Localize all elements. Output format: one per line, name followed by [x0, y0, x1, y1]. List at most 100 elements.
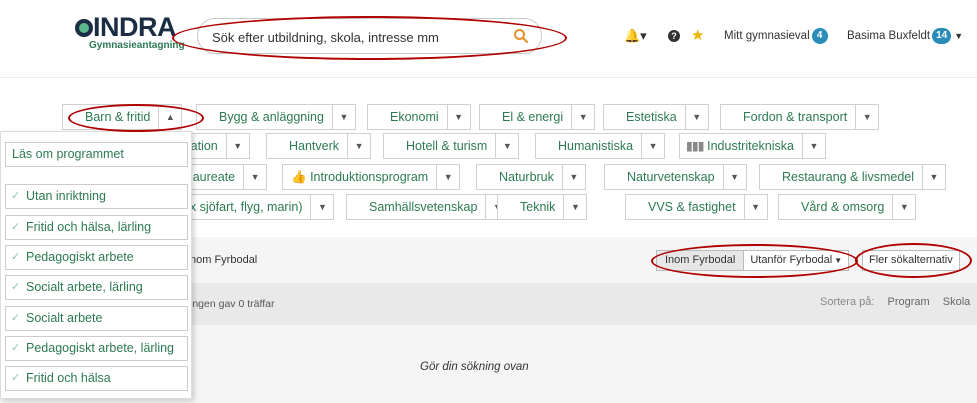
- search-icon[interactable]: [513, 28, 529, 44]
- category-label: Estetiska: [604, 105, 686, 129]
- search-input[interactable]: [212, 27, 512, 47]
- dropdown-item[interactable]: ✓ Pedagogiskt arbete, lärling: [5, 336, 188, 361]
- category-label: Humanistiska: [536, 134, 643, 158]
- scope-text: nom Fyrbodal: [190, 254, 258, 266]
- chevron-down-icon[interactable]: ▼: [437, 165, 459, 189]
- region-toggle: Inom Fyrbodal Utanför Fyrbodal ▼: [656, 250, 850, 271]
- user-menu[interactable]: Basima Buxfeldt 14 ▼: [847, 28, 963, 44]
- category-label: Naturvetenskap: [605, 165, 724, 189]
- category-naturvetenskap[interactable]: Naturvetenskap ▼: [604, 164, 747, 190]
- category-naturbruk[interactable]: Naturbruk ▼: [476, 164, 586, 190]
- search-box[interactable]: [197, 18, 542, 54]
- inside-region-button[interactable]: Inom Fyrbodal: [657, 251, 745, 270]
- category-label: Ekonomi: [368, 105, 448, 129]
- chevron-down-icon[interactable]: ▼: [686, 105, 708, 129]
- my-choices-link[interactable]: Mitt gymnasieval 4: [724, 28, 828, 44]
- category-label: Samhällsvetenskap: [347, 195, 487, 219]
- category-hotell[interactable]: Hotell & turism ▼: [383, 133, 520, 159]
- chevron-down-icon[interactable]: ▼: [227, 134, 249, 158]
- check-icon: ✓: [11, 312, 21, 324]
- chevron-down-icon[interactable]: ▼: [564, 195, 586, 219]
- category-industritekniska[interactable]: ▮▮▮ Industritekniska ▼: [679, 133, 826, 159]
- category-label: VVS & fastighet: [626, 195, 745, 219]
- category-label-wrap: ▮▮▮ Industritekniska: [680, 134, 803, 158]
- chevron-up-icon[interactable]: ▲: [159, 105, 181, 129]
- category-label: Naturbruk: [477, 165, 563, 189]
- category-fordon[interactable]: Fordon & transport ▼: [720, 104, 880, 130]
- category-el-energi[interactable]: El & energi ▼: [479, 104, 596, 130]
- category-hantverk[interactable]: Hantverk ▼: [266, 133, 372, 159]
- user-badge: 14: [932, 28, 952, 44]
- chevron-down-icon[interactable]: ▼: [563, 165, 585, 189]
- category-label: Bygg & anläggning: [197, 105, 333, 129]
- category-restaurang[interactable]: Restaurang & livsmedel ▼: [759, 164, 947, 190]
- chevron-down-icon[interactable]: ▼: [642, 134, 664, 158]
- category-estetiska[interactable]: Estetiska ▼: [603, 104, 709, 130]
- sort-controls: Sortera på: Program Skola: [814, 296, 970, 308]
- category-sjofart[interactable]: ex sjöfart, flyg, marin) ▼: [170, 194, 335, 220]
- barcode-icon: ▮▮▮: [686, 139, 705, 153]
- category-label-wrap: 👍 Introduktionsprogram: [283, 165, 438, 189]
- chevron-down-icon[interactable]: ▼: [244, 165, 266, 189]
- category-introduktion[interactable]: 👍 Introduktionsprogram ▼: [282, 164, 461, 190]
- indra-logo[interactable]: INDRA Gymnasieantagning: [75, 12, 185, 56]
- caret-down-icon: ▼: [834, 256, 843, 265]
- empty-message: Gör din sökning ovan: [420, 361, 529, 373]
- category-label: Industritekniska: [707, 139, 794, 153]
- chevron-down-icon[interactable]: ▼: [448, 105, 470, 129]
- program-dropdown: Läs om programmet ✓ Utan inriktning ✓ Frit…: [0, 131, 192, 399]
- chevron-down-icon[interactable]: ▼: [745, 195, 767, 219]
- chevron-down-icon[interactable]: ▼: [496, 134, 518, 158]
- category-label: Barn & fritid: [63, 105, 160, 129]
- check-icon: ✓: [11, 372, 21, 384]
- category-label: ex sjöfart, flyg, marin): [171, 195, 312, 219]
- star-icon[interactable]: ★: [691, 26, 704, 44]
- category-humanistiska[interactable]: Humanistiska ▼: [535, 133, 666, 159]
- logo-title-text: INDRA: [93, 12, 177, 42]
- chevron-down-icon[interactable]: ▼: [923, 165, 945, 189]
- dropdown-item[interactable]: ✓ Fritid och hälsa, lärling: [5, 215, 188, 240]
- logo-subtitle: Gymnasieantagning: [89, 40, 185, 51]
- category-teknik[interactable]: Teknik ▼: [497, 194, 588, 220]
- category-label: Hantverk: [267, 134, 349, 158]
- chevron-down-icon[interactable]: ▼: [724, 165, 746, 189]
- chevron-down-icon[interactable]: ▼: [311, 195, 333, 219]
- sort-school-link[interactable]: Skola: [943, 296, 971, 308]
- category-label: El & energi: [480, 105, 573, 129]
- read-about-program[interactable]: Läs om programmet: [5, 142, 188, 167]
- chevron-down-icon[interactable]: ▼: [348, 134, 370, 158]
- dropdown-item-label: Socialt arbete, lärling: [26, 280, 143, 294]
- help-icon[interactable]: ?: [668, 30, 680, 42]
- outside-region-label: Utanför Fyrbodal: [750, 254, 833, 266]
- chevron-down-icon[interactable]: ▼: [572, 105, 594, 129]
- check-icon: ✓: [11, 281, 21, 293]
- sort-program-link[interactable]: Program: [887, 296, 929, 308]
- chevron-down-icon[interactable]: ▼: [856, 105, 878, 129]
- category-label: Introduktionsprogram: [310, 170, 429, 184]
- chevron-down-icon[interactable]: ▼: [333, 105, 355, 129]
- bell-icon[interactable]: 🔔▾: [624, 28, 647, 44]
- dropdown-item[interactable]: ✓ Socialt arbete: [5, 306, 188, 331]
- dropdown-item-label: Fritid och hälsa, lärling: [26, 220, 152, 234]
- chevron-down-icon[interactable]: ▼: [803, 134, 825, 158]
- category-vard-omsorg[interactable]: Vård & omsorg ▼: [778, 194, 917, 220]
- logo-mark-icon: [75, 19, 93, 37]
- more-options-button[interactable]: Fler sökalternativ: [862, 250, 960, 271]
- category-barn-fritid[interactable]: Barn & fritid ▲: [62, 104, 183, 130]
- check-icon: ✓: [11, 190, 21, 202]
- dropdown-item[interactable]: ✓ Utan inriktning: [5, 184, 188, 209]
- header: INDRA Gymnasieantagning 🔔▾ ? ★ Mitt gymn…: [0, 0, 977, 78]
- dropdown-item[interactable]: ✓ Pedagogiskt arbete: [5, 245, 188, 270]
- category-ekonomi[interactable]: Ekonomi ▼: [367, 104, 471, 130]
- category-vvs[interactable]: VVS & fastighet ▼: [625, 194, 768, 220]
- category-samhallsvetenskap[interactable]: Samhällsvetenskap▼: [346, 194, 510, 220]
- outside-region-button[interactable]: Utanför Fyrbodal ▼: [744, 251, 848, 270]
- dropdown-item-label: Pedagogiskt arbete: [26, 250, 134, 264]
- chevron-down-icon[interactable]: ▼: [893, 195, 915, 219]
- user-name: Basima Buxfeldt: [847, 30, 931, 43]
- category-bygg[interactable]: Bygg & anläggning ▼: [196, 104, 356, 130]
- dropdown-item[interactable]: ✓ Socialt arbete, lärling: [5, 275, 188, 300]
- logo-title: INDRA: [75, 12, 177, 43]
- dropdown-item[interactable]: ✓ Fritid och hälsa: [5, 366, 188, 391]
- category-label: Vård & omsorg: [779, 195, 894, 219]
